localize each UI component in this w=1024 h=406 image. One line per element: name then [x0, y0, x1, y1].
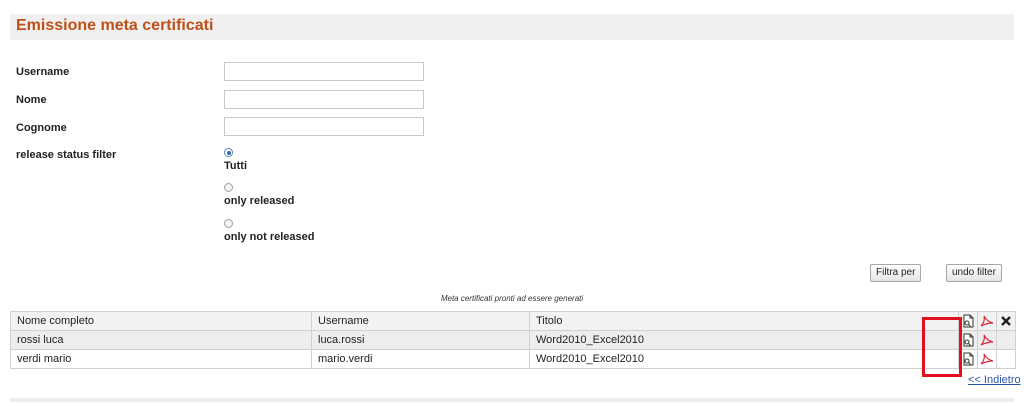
cognome-label: Cognome: [16, 122, 67, 134]
highlight-box: [922, 317, 962, 377]
nome-input[interactable]: [224, 90, 424, 109]
radio-button[interactable]: [224, 148, 233, 157]
page-header: Emissione meta certificati: [10, 14, 1014, 40]
back-link[interactable]: << Indietro: [968, 374, 1021, 386]
pdf-all-icon[interactable]: [977, 311, 997, 331]
radio-option-tutti[interactable]: Tutti: [224, 148, 247, 172]
radio-label: only not released: [224, 231, 315, 243]
radio-label: Tutti: [224, 160, 248, 172]
radio-option-only-released[interactable]: only released: [224, 183, 294, 207]
username-label: Username: [16, 66, 70, 78]
radio-button[interactable]: [224, 183, 233, 192]
radio-label: only released: [224, 195, 295, 207]
nome-label: Nome: [16, 94, 47, 106]
column-header-username[interactable]: Username: [311, 311, 530, 331]
cell-nome-completo: verdi mario: [10, 349, 312, 369]
pdf-icon[interactable]: [977, 330, 997, 350]
table-header-row: Nome completo Username Titolo: [10, 311, 1016, 331]
page-title: Emissione meta certificati: [16, 17, 214, 34]
cell-username: mario.verdi: [311, 349, 530, 369]
column-header-nome-completo[interactable]: Nome completo: [10, 311, 312, 331]
radio-button[interactable]: [224, 219, 233, 228]
cell-nome-completo: rossi luca: [10, 330, 312, 350]
delete-all-icon[interactable]: [996, 311, 1016, 331]
footer-divider: [10, 398, 1014, 402]
cell-titolo: Word2010_Excel2010: [529, 349, 959, 369]
table-caption: Meta certificati pronti ad essere genera…: [440, 294, 584, 303]
column-header-titolo[interactable]: Titolo: [529, 311, 959, 331]
table-row: verdi mario mario.verdi Word2010_Excel20…: [10, 349, 1016, 369]
undo-filter-button[interactable]: undo filter: [946, 264, 1002, 282]
release-status-label: release status filter: [16, 149, 117, 161]
cell-username: luca.rossi: [311, 330, 530, 350]
radio-option-only-not-released[interactable]: only not released: [224, 219, 314, 243]
pdf-icon[interactable]: [977, 349, 997, 369]
cognome-input[interactable]: [224, 117, 424, 136]
certificates-table: Nome completo Username Titolo rossi luca…: [10, 311, 1016, 369]
table-row: rossi luca luca.rossi Word2010_Excel2010: [10, 330, 1016, 350]
cell-titolo: Word2010_Excel2010: [529, 330, 959, 350]
empty-cell: [996, 330, 1016, 350]
username-input[interactable]: [224, 62, 424, 81]
filter-button[interactable]: Filtra per: [870, 264, 922, 282]
empty-cell: [996, 349, 1016, 369]
